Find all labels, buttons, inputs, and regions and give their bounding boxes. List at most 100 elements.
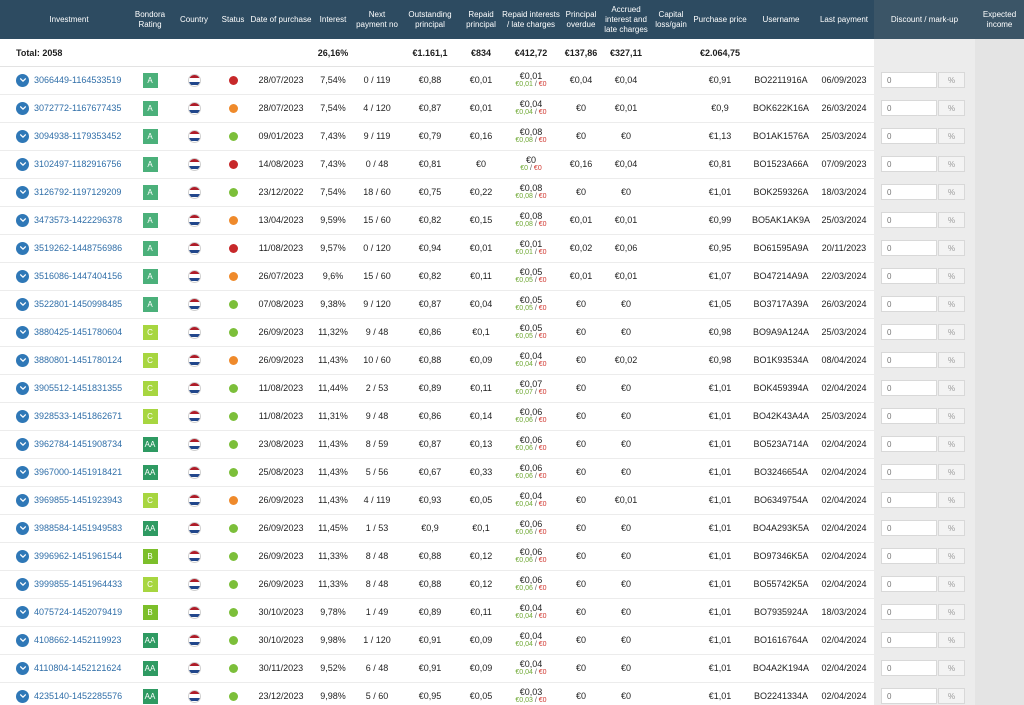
discount-input[interactable] <box>881 100 937 116</box>
investment-link[interactable]: 3967000-1451918421 <box>34 467 122 477</box>
chevron-down-icon[interactable] <box>16 157 29 171</box>
investment-link[interactable]: 3519262-1448756986 <box>34 243 122 253</box>
chevron-down-icon[interactable] <box>16 605 29 619</box>
chevron-down-icon[interactable] <box>16 381 29 395</box>
investment-link[interactable]: 3094938-1179353452 <box>34 131 121 141</box>
investment-link[interactable]: 4235140-1452285576 <box>34 691 122 701</box>
header-next-payment[interactable]: Next payment no <box>354 0 400 39</box>
chevron-down-icon[interactable] <box>16 73 29 87</box>
chevron-down-icon[interactable] <box>16 409 29 423</box>
chevron-down-icon[interactable] <box>16 549 29 563</box>
country-cell <box>172 178 216 206</box>
header-purchase-price[interactable]: Purchase price <box>692 0 748 39</box>
investment-link[interactable]: 3962784-1451908734 <box>34 439 122 449</box>
status-cell <box>216 346 250 374</box>
discount-input[interactable] <box>881 688 937 704</box>
investment-link[interactable]: 4108662-1452119923 <box>34 635 121 645</box>
chevron-down-icon[interactable] <box>16 297 29 311</box>
chevron-down-icon[interactable] <box>16 493 29 507</box>
chevron-down-icon[interactable] <box>16 213 29 227</box>
accrued-interest: €0,01 <box>614 271 638 281</box>
chevron-down-icon[interactable] <box>16 185 29 199</box>
discount-input[interactable] <box>881 408 937 424</box>
chevron-down-icon[interactable] <box>16 437 29 451</box>
discount-input[interactable] <box>881 352 937 368</box>
rating-cell: AA <box>128 682 172 705</box>
investment-link[interactable]: 3969855-1451923943 <box>34 495 122 505</box>
header-repaid-interests[interactable]: Repaid interests / late charges <box>502 0 560 39</box>
repaid-principal: €0,05 <box>469 495 493 505</box>
header-rating[interactable]: Bondora Rating <box>128 0 172 39</box>
discount-input[interactable] <box>881 520 937 536</box>
investment-link[interactable]: 3126792-1197129209 <box>34 187 121 197</box>
next-payment-value: 18 / 60 <box>363 187 391 197</box>
investment-link[interactable]: 3999855-1451964433 <box>34 579 122 589</box>
discount-input[interactable] <box>881 184 937 200</box>
chevron-down-icon[interactable] <box>16 577 29 591</box>
discount-input[interactable] <box>881 324 937 340</box>
discount-input[interactable] <box>881 576 937 592</box>
header-outstanding[interactable]: Outstanding principal <box>400 0 460 39</box>
header-interest[interactable]: Interest <box>312 0 354 39</box>
accrued-interest: €0 <box>620 131 631 141</box>
chevron-down-icon[interactable] <box>16 325 29 339</box>
investment-link[interactable]: 3522801-1450998485 <box>34 299 122 309</box>
discount-input[interactable] <box>881 660 937 676</box>
header-capital[interactable]: Capital loss/gain <box>650 0 692 39</box>
discount-input[interactable] <box>881 436 937 452</box>
outstanding-principal: €0,87 <box>418 439 442 449</box>
repaid-interest-part: €0,06 <box>515 529 533 536</box>
header-date[interactable]: Date of purchase <box>250 0 312 39</box>
chevron-down-icon[interactable] <box>16 633 29 647</box>
investment-link[interactable]: 3928533-1451862671 <box>34 411 122 421</box>
investment-link[interactable]: 3072772-1167677435 <box>34 103 121 113</box>
header-repaid-principal[interactable]: Repaid principal <box>460 0 502 39</box>
chevron-down-icon[interactable] <box>16 269 29 283</box>
investment-link[interactable]: 4075724-1452079419 <box>34 607 122 617</box>
header-accrued[interactable]: Accrued interest and late charges <box>602 0 650 39</box>
accrued-interest: €0,04 <box>614 75 638 85</box>
chevron-down-icon[interactable] <box>16 129 29 143</box>
discount-input[interactable] <box>881 240 937 256</box>
header-last-payment[interactable]: Last payment <box>814 0 874 39</box>
discount-input[interactable] <box>881 492 937 508</box>
investment-link[interactable]: 3102497-1182916756 <box>34 159 121 169</box>
discount-input[interactable] <box>881 212 937 228</box>
chevron-down-icon[interactable] <box>16 353 29 367</box>
header-investment[interactable]: Investment <box>0 0 138 39</box>
late-charges-part: €0 <box>538 473 547 480</box>
repaid-interest-part: €0,08 <box>515 193 533 200</box>
chevron-down-icon[interactable] <box>16 521 29 535</box>
discount-input[interactable] <box>881 380 937 396</box>
chevron-down-icon[interactable] <box>16 101 29 115</box>
chevron-down-icon[interactable] <box>16 661 29 675</box>
investment-link[interactable]: 3880425-1451780604 <box>34 327 122 337</box>
discount-input[interactable] <box>881 632 937 648</box>
investment-link[interactable]: 3996962-1451961544 <box>34 551 122 561</box>
investment-link[interactable]: 3066449-1164533519 <box>34 75 121 85</box>
accrued-interest: €0 <box>620 663 631 673</box>
header-username[interactable]: Username <box>748 0 814 39</box>
chevron-down-icon[interactable] <box>16 241 29 255</box>
investment-link[interactable]: 3905512-1451831355 <box>34 383 122 393</box>
discount-input[interactable] <box>881 156 937 172</box>
header-country[interactable]: Country <box>172 0 216 39</box>
investment-link[interactable]: 3988584-1451949583 <box>34 523 122 533</box>
investment-link[interactable]: 3516086-1447404156 <box>34 271 122 281</box>
investment-link[interactable]: 3473573-1422296378 <box>34 215 122 225</box>
investment-link[interactable]: 3880801-1451780124 <box>34 355 122 365</box>
header-principal-overdue[interactable]: Principal overdue <box>560 0 602 39</box>
investment-link[interactable]: 4110804-1452121624 <box>34 663 121 673</box>
discount-input[interactable] <box>881 548 937 564</box>
discount-input[interactable] <box>881 268 937 284</box>
accrued-interest: €0,02 <box>614 355 638 365</box>
discount-input[interactable] <box>881 604 937 620</box>
discount-input[interactable] <box>881 296 937 312</box>
discount-input[interactable] <box>881 72 937 88</box>
chevron-down-icon[interactable] <box>16 465 29 479</box>
discount-input[interactable] <box>881 128 937 144</box>
header-status[interactable]: Status <box>216 0 250 39</box>
discount-input[interactable] <box>881 464 937 480</box>
rating-badge: C <box>142 352 158 368</box>
chevron-down-icon[interactable] <box>16 689 29 703</box>
